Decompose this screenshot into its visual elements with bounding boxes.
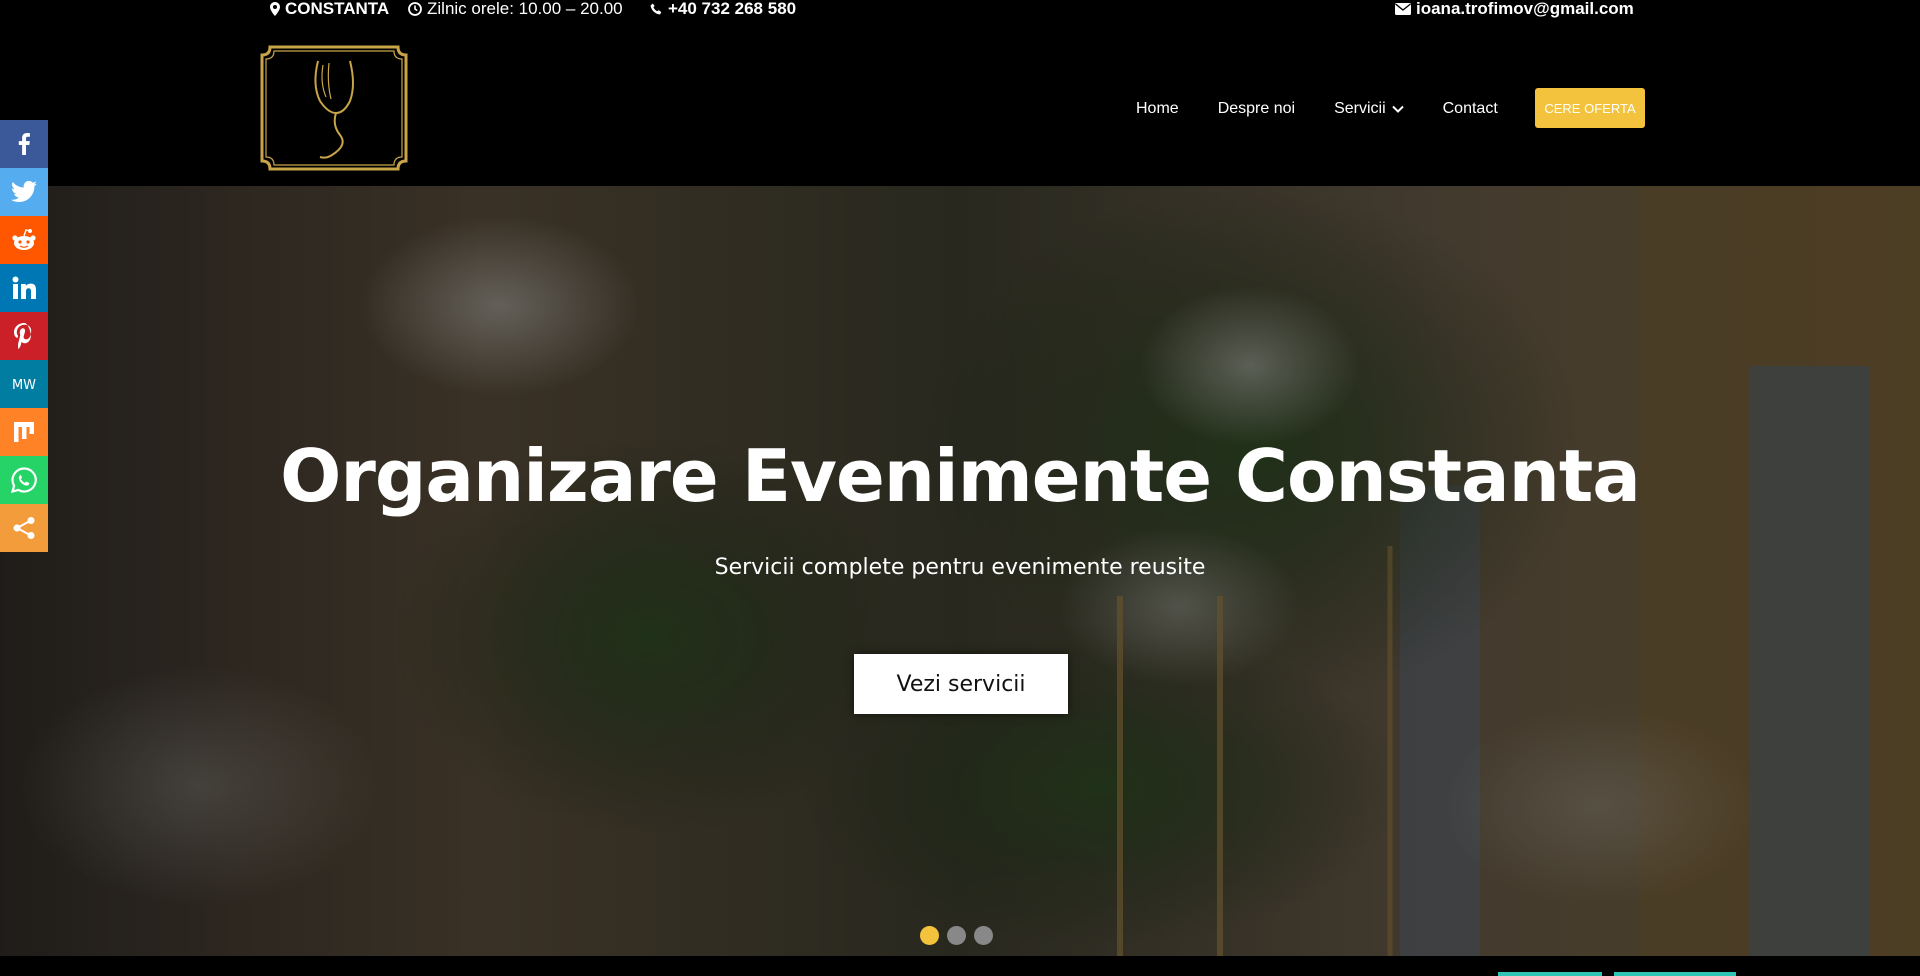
slider-dot-1[interactable] [920,926,939,945]
phone-icon [650,3,662,14]
pinterest-share-button[interactable] [0,312,48,360]
mewe-share-button[interactable]: MW [0,360,48,408]
facebook-share-button[interactable] [0,120,48,168]
map-marker-icon [270,2,280,16]
location-info: CONSTANTA [270,0,389,18]
whatsapp-share-button[interactable] [0,456,48,504]
site-header: Home Despre noi Servicii Contact CERE OF… [0,22,1920,186]
chevron-down-icon [1391,105,1404,113]
nav-services[interactable]: Servicii [1334,100,1404,118]
share-icon [13,517,35,539]
svg-text:MW: MW [12,378,36,392]
linkedin-share-button[interactable] [0,264,48,312]
envelope-icon [1395,3,1411,15]
main-nav: Home Despre noi Servicii Contact [1136,89,1537,129]
nav-services-label: Servicii [1334,100,1386,117]
request-offer-button[interactable]: CERE OFERTA [1535,88,1645,128]
location-text: CONSTANTA [285,0,390,18]
phone-text: +40 732 268 580 [668,0,797,18]
email-text: ioana.trofimov@gmail.com [1416,0,1634,18]
hours-text: Zilnic orele: 10.00 – 20.00 [427,0,623,18]
mewe-icon: MW [12,378,36,392]
facebook-icon [18,133,30,155]
phone-link[interactable]: +40 732 268 580 [650,0,796,18]
top-info-bar: CONSTANTA Zilnic orele: 10.00 – 20.00 +4… [0,0,1920,22]
bottom-strip [0,956,1920,976]
twitter-share-button[interactable] [0,168,48,216]
reddit-share-button[interactable] [0,216,48,264]
bottom-tab-1[interactable] [1498,972,1602,976]
bottom-tab-2[interactable] [1614,972,1736,976]
hours-info: Zilnic orele: 10.00 – 20.00 [408,0,623,18]
share-more-button[interactable] [0,504,48,552]
view-services-button[interactable]: Vezi servicii [854,654,1068,714]
slider-dot-2[interactable] [947,926,966,945]
wine-glass-logo[interactable] [258,43,410,173]
email-link[interactable]: ioana.trofimov@gmail.com [1395,0,1634,18]
hero-title: Organizare Evenimente Constanta [280,434,1641,518]
linkedin-icon [12,276,36,299]
hero-subtitle: Servicii complete pentru evenimente reus… [714,555,1206,580]
clock-icon [408,2,422,16]
social-share-sidebar: MW [0,120,48,552]
hero-slider: Organizare Evenimente Constanta Servicii… [0,186,1920,956]
slider-dot-3[interactable] [974,926,993,945]
nav-about[interactable]: Despre noi [1218,100,1295,118]
twitter-icon [11,181,37,203]
slider-pagination [920,926,1001,945]
whatsapp-icon [11,467,37,493]
pinterest-icon [14,323,32,349]
mix-share-button[interactable] [0,408,48,456]
nav-contact[interactable]: Contact [1443,100,1498,118]
nav-home[interactable]: Home [1136,100,1179,118]
mix-icon [14,422,34,442]
reddit-icon [12,229,36,250]
